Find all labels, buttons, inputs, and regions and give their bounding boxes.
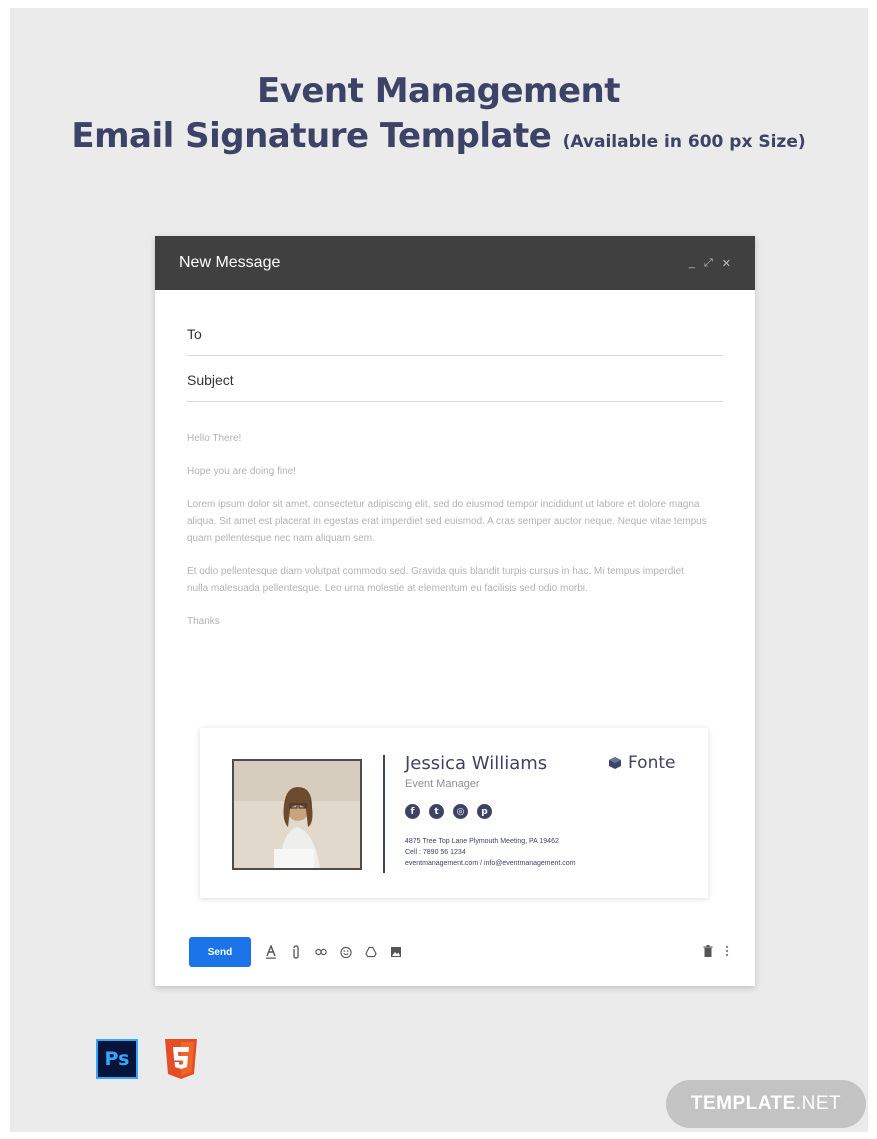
template-net-logo: TEMPLATE .NET (666, 1080, 866, 1128)
window-controls: _ ⤢ ✕ (689, 257, 731, 270)
body-paragraph: Et odio pellentesque diam volutpat commo… (187, 566, 684, 594)
profile-photo-illustration (234, 761, 360, 868)
title-line-2: Email Signature Template (Available in 6… (0, 114, 877, 164)
photoshop-icon: Ps (96, 1039, 138, 1079)
toolbar-right (703, 944, 729, 960)
compose-toolbar: Send (189, 936, 729, 968)
compose-title: New Message (179, 254, 281, 271)
html5-icon (164, 1039, 198, 1079)
emoji-icon[interactable] (340, 945, 352, 959)
title-line-2-text: Email Signature Template (71, 116, 552, 156)
social-links: f t ◎ p (405, 804, 492, 819)
message-body[interactable]: Hello There! Hope you are doing fine! Lo… (187, 430, 707, 646)
to-field[interactable]: To (187, 312, 723, 356)
trash-icon[interactable] (703, 944, 713, 960)
email-signature: Jessica Williams Event Manager Fonte f t… (200, 728, 708, 898)
attach-icon[interactable] (290, 945, 302, 959)
signature-web[interactable]: eventmanagement.com / info@eventmanageme… (405, 858, 576, 869)
close-icon[interactable]: ✕ (722, 257, 731, 270)
body-greeting: Hello There! (187, 433, 242, 444)
facebook-icon[interactable]: f (405, 804, 420, 819)
format-tools (265, 945, 402, 959)
signature-cell: Cell : 7890 56 1234 (405, 849, 466, 856)
twitter-icon[interactable]: t (429, 804, 444, 819)
compose-titlebar: New Message _ ⤢ ✕ (155, 236, 755, 290)
instagram-icon[interactable]: ◎ (453, 804, 468, 819)
brand-name: Fonte (628, 753, 676, 773)
subject-field[interactable]: Subject (187, 358, 723, 402)
signature-brand: Fonte (608, 753, 675, 773)
signature-divider (383, 755, 385, 873)
signature-role: Event Manager (405, 778, 480, 790)
text-format-icon[interactable] (265, 945, 277, 959)
brand-main: TEMPLATE (690, 1093, 796, 1114)
body-closing: Thanks (187, 616, 220, 627)
more-options-icon[interactable] (725, 945, 729, 960)
compose-window: New Message _ ⤢ ✕ To Subject Hello There… (155, 236, 755, 986)
brand-logo-icon (609, 757, 621, 769)
signature-address: 4875 Tree Top Lane Plymouth Meeting, PA … (405, 838, 559, 845)
subject-label: Subject (187, 371, 234, 388)
signature-name: Jessica Williams (405, 753, 548, 774)
drive-icon[interactable] (365, 945, 377, 959)
to-label: To (187, 325, 202, 342)
body-paragraph: Lorem ipsum dolor sit amet, consectetur … (187, 499, 707, 544)
brand-suffix: .NET (795, 1093, 842, 1114)
page-title: Event Management Email Signature Templat… (0, 68, 877, 164)
pinterest-icon[interactable]: p (477, 804, 492, 819)
photo-icon[interactable] (390, 945, 402, 959)
title-line-1: Event Management (256, 71, 621, 111)
signature-details: 4875 Tree Top Lane Plymouth Meeting, PA … (405, 836, 576, 869)
link-icon[interactable] (315, 945, 327, 959)
send-button[interactable]: Send (189, 937, 251, 967)
title-size-note: (Available in 600 px Size) (562, 132, 806, 152)
profile-photo (232, 759, 362, 870)
minimize-icon[interactable]: _ (689, 257, 695, 270)
body-line: Hope you are doing fine! (187, 466, 296, 477)
expand-icon[interactable]: ⤢ (704, 257, 713, 270)
format-badges: Ps (96, 1039, 198, 1079)
